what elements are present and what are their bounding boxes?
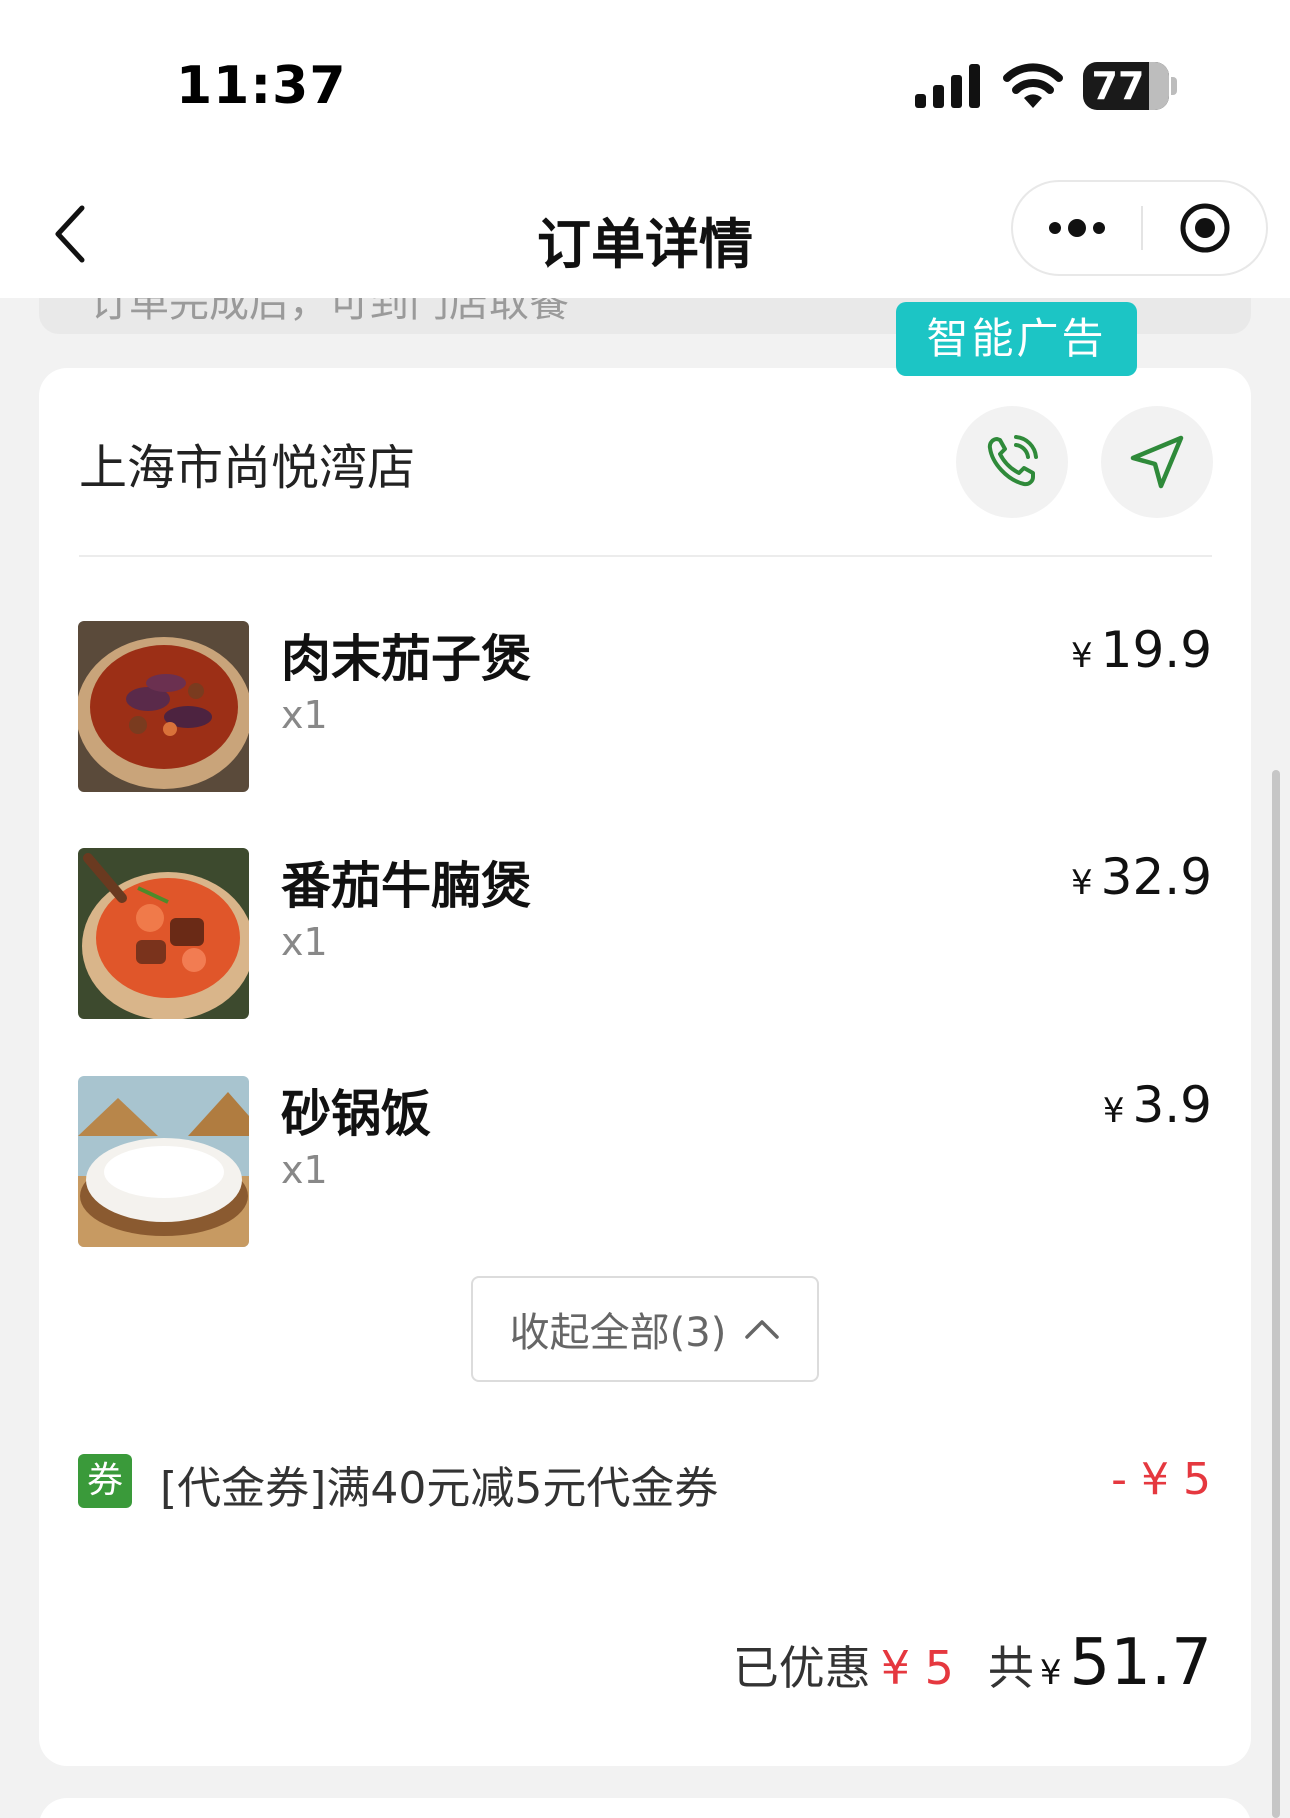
dish-price: ¥19.9 (1071, 621, 1212, 679)
wifi-icon (1003, 63, 1063, 108)
dish-quantity: x1 (281, 920, 328, 964)
nav-bar: 订单详情 (0, 170, 1290, 298)
next-card (39, 1798, 1251, 1818)
more-button[interactable] (1013, 182, 1141, 274)
currency-symbol: ¥ (1071, 863, 1093, 903)
dish-image (78, 1076, 249, 1247)
scrollbar[interactable] (1272, 770, 1280, 1818)
dish-image (78, 621, 249, 792)
dish-name: 番茄牛腩煲 (281, 857, 531, 915)
currency-symbol: ¥ (1102, 1091, 1125, 1131)
order-item: 肉末茄子煲 x1 ¥19.9 (39, 621, 1251, 796)
dish-price-value: 3.9 (1132, 1076, 1212, 1134)
dish-price: ¥32.9 (1071, 848, 1212, 906)
coupon-discount-amount: - ¥ 5 (1111, 1454, 1211, 1505)
cellular-signal-icon (915, 64, 980, 108)
coupon-description: [代金券]满40元减5元代金券 (160, 1463, 719, 1514)
dish-name: 砂锅饭 (281, 1085, 431, 1143)
battery-icon: 77 (1083, 62, 1177, 110)
total-label: 共 (987, 1641, 1034, 1695)
call-store-button[interactable] (956, 406, 1068, 518)
dish-quantity: x1 (281, 693, 328, 737)
coupon-row: 券 [代金券]满40元减5元代金券 - ¥ 5 (78, 1448, 1211, 1518)
currency-symbol: ¥ (1071, 636, 1093, 676)
store-name: 上海市尚悦湾店 (79, 440, 416, 496)
order-detail-page: 11:37 77 订单完成后，可到门店取餐 订单详情 智能广告 上海市尚悦湾店 … (0, 0, 1290, 1818)
saved-amount: ¥ 5 (880, 1641, 954, 1695)
total-currency: ¥ (1039, 1653, 1062, 1693)
status-time: 11:37 (176, 56, 347, 116)
total-amount: 51.7 (1069, 1626, 1213, 1700)
collapse-all-button[interactable]: 收起全部(3) (471, 1276, 819, 1382)
status-bar: 11:37 77 (0, 0, 1290, 170)
close-miniapp-button[interactable] (1143, 182, 1267, 274)
more-dots-icon (1049, 219, 1105, 237)
collapse-label: 收起全部(3) (509, 1310, 727, 1356)
battery-level: 77 (1091, 64, 1145, 108)
order-summary: 已优惠 ¥ 5 共 ¥ 51.7 (733, 1626, 1212, 1706)
saved-label: 已优惠 (732, 1641, 871, 1695)
coupon-tag: 券 (78, 1454, 132, 1508)
order-item: 砂锅饭 x1 ¥3.9 (39, 1076, 1251, 1251)
smart-ad-badge[interactable]: 智能广告 (896, 302, 1137, 376)
miniapp-capsule (1011, 180, 1268, 276)
dish-name: 肉末茄子煲 (281, 630, 531, 688)
navigate-store-button[interactable] (1101, 406, 1213, 518)
order-card: 上海市尚悦湾店 肉末茄子煲 x1 ¥ 19.9 番茄牛腩煲 x1 ¥ 32.9 … (39, 368, 1251, 1766)
dish-price-value: 32.9 (1100, 848, 1212, 906)
dish-price-value: 19.9 (1100, 621, 1212, 679)
dish-price: ¥3.9 (1103, 1076, 1212, 1134)
dish-quantity: x1 (281, 1148, 328, 1192)
phone-icon (987, 435, 1038, 487)
store-divider (79, 555, 1212, 557)
navigation-arrow-icon (1130, 435, 1184, 489)
chevron-up-icon (745, 1320, 780, 1339)
dish-image (78, 848, 249, 1019)
order-item: 番茄牛腩煲 x1 ¥32.9 (39, 848, 1251, 1023)
target-close-icon (1180, 203, 1230, 253)
